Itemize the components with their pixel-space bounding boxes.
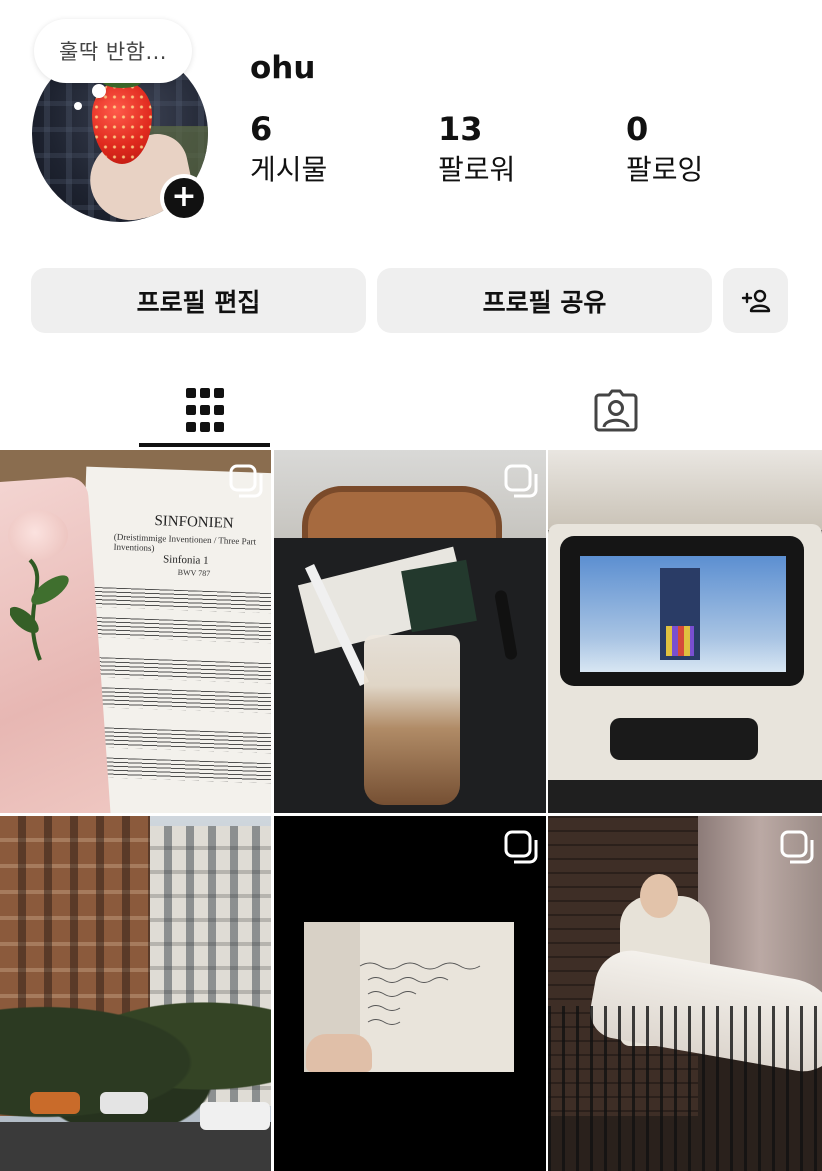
iron-fence	[548, 1006, 822, 1171]
sheet-music-piece: Sinfonia 1	[162, 553, 209, 567]
discover-people-button[interactable]	[723, 268, 788, 333]
car	[200, 1102, 270, 1130]
stat-following[interactable]: 0 팔로잉	[626, 110, 703, 190]
sheet-music-bwv: BWV 787	[177, 567, 211, 579]
post-tile-2[interactable]	[274, 450, 546, 813]
share-profile-button[interactable]: 프로필 공유	[377, 268, 712, 333]
stat-followers[interactable]: 13 팔로워	[438, 110, 515, 190]
post-tile-4[interactable]	[0, 816, 271, 1171]
sheet-music-title: SINFONIEN	[154, 513, 234, 532]
multiple-photos-icon	[504, 464, 538, 498]
note-bubble-tail-large	[92, 84, 106, 98]
profile-note-bubble[interactable]: 훌딱 반함...	[34, 19, 192, 83]
music-staff	[90, 616, 271, 644]
music-staff	[86, 726, 271, 754]
post-tile-1[interactable]: SINFONIEN (Dreistimmige Inventionen / Th…	[0, 450, 271, 813]
note-bubble-tail-small	[74, 102, 82, 110]
stat-posts-label: 게시물	[250, 153, 328, 186]
stat-followers-label: 팔로워	[438, 153, 516, 186]
man-head	[640, 874, 678, 918]
edit-profile-label: 프로필 편집	[136, 287, 261, 317]
music-staff	[87, 686, 271, 714]
music-staff	[85, 756, 271, 784]
multiple-photos-icon	[229, 464, 263, 498]
music-staff	[89, 656, 271, 684]
stat-followers-count: 13	[438, 110, 483, 148]
grid-icon	[185, 388, 224, 432]
add-person-icon	[741, 289, 770, 312]
tagged-person-icon	[594, 389, 637, 432]
car	[100, 1092, 148, 1114]
add-story-button[interactable]: +	[160, 174, 208, 222]
seatback-pocket	[610, 718, 758, 760]
profile-note-text: 훌딱 반함...	[59, 40, 167, 64]
stat-posts[interactable]: 6 게시물	[250, 110, 327, 190]
stat-following-label: 팔로잉	[626, 153, 704, 186]
post-tile-5[interactable]	[274, 816, 546, 1171]
tab-tagged[interactable]	[550, 374, 681, 446]
car	[30, 1092, 80, 1114]
game-blocks	[666, 626, 694, 656]
edit-profile-button[interactable]: 프로필 편집	[31, 268, 366, 333]
stat-following-count: 0	[626, 110, 649, 148]
post-tile-3[interactable]	[548, 450, 822, 813]
share-profile-label: 프로필 공유	[482, 287, 607, 317]
inflight-screen	[580, 556, 786, 672]
username: ohu	[250, 50, 316, 86]
multiple-photos-icon	[780, 830, 814, 864]
plus-icon: +	[164, 178, 204, 218]
music-staff	[91, 586, 271, 614]
iced-latte-glass	[364, 635, 460, 805]
tab-grid[interactable]	[139, 374, 270, 446]
seatback-lower	[548, 780, 822, 813]
cabin-ceiling	[548, 450, 822, 530]
hand-thumb	[306, 1034, 372, 1072]
handwriting	[359, 962, 481, 1025]
multiple-photos-icon	[504, 830, 538, 864]
notebook-green	[401, 559, 477, 633]
stat-posts-count: 6	[250, 110, 273, 148]
post-tile-6[interactable]	[548, 816, 822, 1171]
tab-selected-indicator	[139, 443, 270, 447]
rose-leaves	[10, 558, 69, 661]
